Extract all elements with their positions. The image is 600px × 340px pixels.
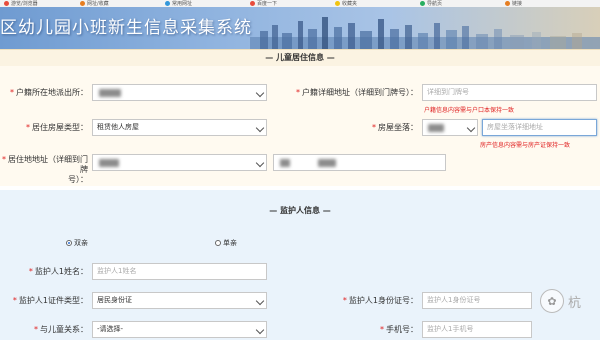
radio-single-label: 单亲 xyxy=(223,239,237,247)
bookmark-label: 游览/浏览器 xyxy=(11,1,38,7)
phone-label-text: 手机号： xyxy=(386,325,418,334)
bookmark-item[interactable]: 游览/浏览器 xyxy=(4,0,38,7)
section-title: — 儿童居住信息 — xyxy=(265,53,335,62)
residence-address-input[interactable] xyxy=(273,154,446,171)
redacted-value xyxy=(99,89,121,97)
bookmark-item[interactable]: 导航页 xyxy=(420,0,442,7)
chevron-down-icon xyxy=(466,123,476,133)
radio-both-label: 双亲 xyxy=(74,239,88,247)
guardian1-id-type-select[interactable]: 居民身份证 xyxy=(92,292,267,309)
bookmark-item[interactable]: 链接 xyxy=(505,0,522,7)
phone-label: * 手机号： xyxy=(380,325,418,334)
household-police-label-text: 户籍所在地派出所： xyxy=(16,88,88,97)
guardian1-id-number-input[interactable]: 监护人1身份证号 xyxy=(422,292,532,309)
radio-unselected-icon xyxy=(215,240,221,246)
residence-type-label-text: 居住房屋类型： xyxy=(32,123,88,132)
residence-district-select[interactable] xyxy=(92,154,267,171)
chevron-down-icon xyxy=(255,158,265,168)
bookmark-icon xyxy=(4,1,9,6)
redacted-value xyxy=(280,159,290,167)
chevron-down-icon xyxy=(255,296,265,306)
section-guardian-header: — 监护人信息 — xyxy=(269,206,331,215)
watermark-text: 杭 xyxy=(568,295,582,311)
guardian1-id-type-label-text: 监护人1证件类型： xyxy=(18,296,88,305)
bookmark-icon xyxy=(420,1,425,6)
guardian1-name-input[interactable]: 监护人1姓名 xyxy=(92,263,267,280)
radio-single-parent[interactable]: 单亲 xyxy=(215,238,237,248)
bookmark-label: 网址/收藏 xyxy=(87,1,109,7)
household-address-input[interactable]: 详细到门牌号 xyxy=(422,84,597,101)
redacted-value xyxy=(318,159,336,167)
relation-value: -请选择- xyxy=(97,325,124,333)
guardian1-id-type-label: * 监护人1证件类型： xyxy=(12,296,88,305)
residence-address-label-line1: 居住地地址（详细到门牌 xyxy=(8,155,88,174)
chevron-down-icon xyxy=(255,325,265,335)
bookmark-label: 链接 xyxy=(512,1,523,7)
bookmark-icon xyxy=(80,1,85,6)
residence-address-label: * 居住地地址（详细到门牌 号）： xyxy=(2,155,88,184)
section-child-residence-header: — 儿童居住信息 — xyxy=(0,49,600,67)
bookmark-icon xyxy=(505,1,510,6)
property-location-input[interactable]: 房屋坐落详细地址 xyxy=(482,119,597,136)
phone-input[interactable]: 监护人1手机号 xyxy=(422,321,532,338)
guardian1-name-label: * 监护人1姓名： xyxy=(28,267,88,276)
bookmark-label: 导航页 xyxy=(427,1,443,7)
bookmark-icon xyxy=(165,1,170,6)
city-skyline-image xyxy=(250,17,600,49)
guardian1-id-type-value: 居民身份证 xyxy=(97,296,132,304)
guardian1-name-label-text: 监护人1姓名： xyxy=(34,267,88,276)
household-police-select[interactable] xyxy=(92,84,267,101)
residence-type-value: 租赁他人房屋 xyxy=(97,123,139,131)
wechat-logo-icon: ✿ xyxy=(540,289,564,313)
relation-label: * 与儿童关系： xyxy=(34,325,88,334)
radio-selected-icon xyxy=(66,240,72,246)
residence-type-select[interactable]: 租赁他人房屋 xyxy=(92,119,267,136)
property-location-error: 房产信息内容需与房产证保持一致 xyxy=(480,142,571,149)
household-address-error: 户籍信息内容需与户口本保持一致 xyxy=(424,107,515,114)
bookmark-item[interactable]: 网址/收藏 xyxy=(80,0,109,7)
chevron-down-icon xyxy=(255,88,265,98)
radio-both-parents[interactable]: 双亲 xyxy=(66,238,88,248)
property-location-label-text: 房屋坐落： xyxy=(378,123,418,132)
property-district-select[interactable] xyxy=(422,119,478,136)
chevron-down-icon xyxy=(255,123,265,133)
household-address-label: * 户籍详细地址（详细到门牌号）： xyxy=(296,88,418,97)
redacted-value xyxy=(428,124,444,132)
relation-label-text: 与儿童关系： xyxy=(40,325,88,334)
relation-select[interactable]: -请选择- xyxy=(92,321,267,338)
watermark: ✿ 杭 xyxy=(540,289,581,313)
redacted-value xyxy=(99,159,119,167)
residence-address-label-line2: 号）： xyxy=(68,175,88,184)
bookmark-label: 常用网址 xyxy=(172,1,193,7)
bookmark-label: 收藏夹 xyxy=(342,1,358,7)
bookmark-icon xyxy=(335,1,340,6)
guardian1-id-number-label: * 监护人1身份证号： xyxy=(342,296,418,305)
household-police-label: * 户籍所在地派出所： xyxy=(10,88,88,97)
bookmark-label: 百度一下 xyxy=(257,1,278,7)
property-location-label: * 房屋坐落： xyxy=(372,123,418,132)
bookmark-item[interactable]: 收藏夹 xyxy=(335,0,357,7)
bookmark-item[interactable]: 常用网址 xyxy=(165,0,192,7)
residence-type-label: * 居住房屋类型： xyxy=(26,123,88,132)
bookmark-item[interactable]: 百度一下 xyxy=(250,0,277,7)
guardian1-id-number-label-text: 监护人1身份证号： xyxy=(348,296,418,305)
household-address-label-text: 户籍详细地址（详细到门牌号）： xyxy=(302,88,418,97)
bookmark-icon xyxy=(250,1,255,6)
app-title: 区幼儿园小班新生信息采集系统 xyxy=(0,18,252,38)
header-banner: 区幼儿园小班新生信息采集系统 xyxy=(0,7,600,49)
